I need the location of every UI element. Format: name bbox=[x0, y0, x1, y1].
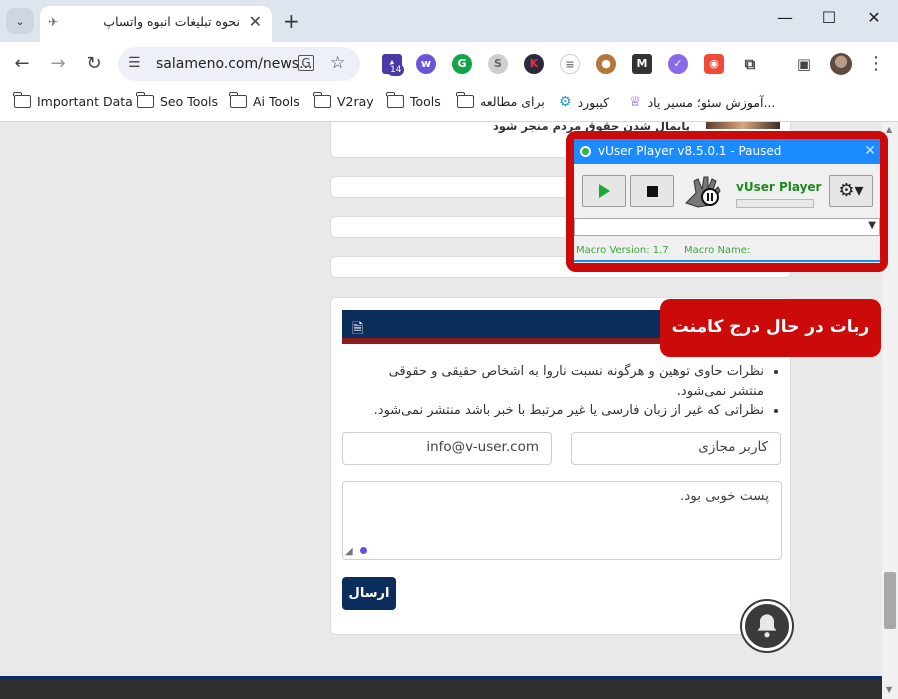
document-icon: 🗎 bbox=[352, 321, 364, 337]
email-field[interactable]: info@v-user.com bbox=[342, 432, 552, 465]
bookmark-seo-course[interactable]: ♕ آموزش سئو؛ مسیر یاد... bbox=[629, 94, 775, 110]
vuser-status-bar: Macro Version: 1.7 Macro Name: bbox=[574, 243, 880, 261]
translate-icon[interactable]: G bbox=[298, 55, 314, 71]
menu-dots-icon[interactable]: ⋮ bbox=[865, 53, 887, 74]
rule-item: نظراتی که غیر از زبان فارسی یا غیر مرتبط… bbox=[360, 401, 764, 421]
macro-version: Macro Version: 1.7 bbox=[576, 245, 669, 256]
back-arrow-icon[interactable]: ← bbox=[11, 53, 33, 74]
extensions-puzzle-icon[interactable]: ⧉ bbox=[740, 54, 760, 74]
tab-search-button[interactable]: ⌄ bbox=[6, 8, 34, 34]
play-button[interactable] bbox=[582, 175, 626, 207]
url-text[interactable]: salameno.com/news... bbox=[156, 56, 312, 72]
extension-m-icon[interactable]: M bbox=[632, 54, 652, 74]
extension-record-icon[interactable]: ◉ bbox=[704, 54, 724, 74]
comment-avatar bbox=[706, 122, 780, 129]
browser-toolbar: ← → ↻ ☰ salameno.com/news... G ☆ ▲ 14 w … bbox=[0, 42, 898, 86]
robot-hand-icon bbox=[685, 176, 721, 208]
comment-textarea[interactable]: پست خوبی بود. ◢ bbox=[342, 481, 782, 560]
extension-s-icon[interactable]: S bbox=[488, 54, 508, 74]
site-info-icon[interactable]: ☰ bbox=[128, 55, 141, 71]
resize-grip-icon[interactable]: ◢ bbox=[345, 546, 353, 557]
robot-status-callout: ربات در حال درج کامنت bbox=[660, 299, 881, 357]
name-field[interactable]: کاربر مجازی bbox=[571, 432, 781, 465]
macro-name: Macro Name: bbox=[684, 245, 751, 256]
bell-icon bbox=[757, 614, 777, 638]
vuser-logo-icon bbox=[580, 146, 591, 157]
bookmark-label: Ai Tools bbox=[253, 94, 300, 109]
extension-k-icon[interactable]: K bbox=[524, 54, 544, 74]
vuser-name: vUser Player bbox=[736, 180, 822, 194]
bookmark-important-data[interactable]: Important Data bbox=[13, 92, 133, 109]
folder-icon bbox=[13, 92, 31, 108]
bookmark-v2ray[interactable]: V2ray bbox=[313, 92, 374, 109]
grammarly-icon[interactable]: G bbox=[452, 54, 472, 74]
bookmark-label: برای مطالعه bbox=[480, 94, 545, 109]
bookmark-keyboard[interactable]: ⚙ کیبورد bbox=[559, 94, 609, 110]
folder-icon bbox=[456, 92, 474, 108]
scroll-up-icon[interactable]: ▲ bbox=[886, 125, 892, 134]
grammarly-dot-icon[interactable] bbox=[360, 547, 367, 554]
comment-rules: نظرات حاوی توهین و هرگونه نسبت ناروا به … bbox=[360, 362, 780, 421]
extension-sliders-icon[interactable]: ≡ bbox=[560, 54, 580, 74]
extension-badge: 14 bbox=[387, 64, 405, 76]
address-bar[interactable]: ☰ salameno.com/news... G ☆ bbox=[118, 47, 360, 81]
bookmarks-bar: Important Data Seo Tools Ai Tools V2ray … bbox=[0, 86, 898, 122]
bookmark-seo-tools[interactable]: Seo Tools bbox=[136, 92, 219, 109]
page-footer bbox=[0, 676, 882, 699]
bookmark-tools[interactable]: Tools bbox=[386, 92, 441, 109]
tab-title: نحوه تبلیغات انبوه واتساپ bbox=[103, 14, 240, 29]
reload-icon[interactable]: ↻ bbox=[83, 53, 105, 74]
folder-icon bbox=[386, 92, 404, 108]
tab-strip: ⌄ ✈ نحوه تبلیغات انبوه واتساپ ✕ + — ☐ ✕ bbox=[0, 0, 898, 42]
keyboard-icon: ⚙ bbox=[559, 94, 572, 110]
cookie-icon[interactable]: ● bbox=[596, 54, 616, 74]
scroll-down-icon[interactable]: ▼ bbox=[886, 685, 892, 694]
vuser-highlight-frame: vUser Player v8.5.0.1 - Paused ✕ vUser P… bbox=[566, 131, 888, 272]
folder-icon bbox=[229, 92, 247, 108]
notification-bell-button[interactable] bbox=[742, 601, 792, 651]
stop-icon bbox=[646, 185, 658, 197]
vuser-title: vUser Player v8.5.0.1 - Paused bbox=[598, 144, 782, 158]
ribbon-icon: ♕ bbox=[629, 94, 642, 110]
chevron-down-icon: ⌄ bbox=[15, 14, 25, 28]
bookmark-label: Seo Tools bbox=[160, 94, 219, 109]
stop-button[interactable] bbox=[630, 175, 674, 207]
rule-item: نظرات حاوی توهین و هرگونه نسبت ناروا به … bbox=[360, 362, 764, 401]
bookmark-label: آموزش سئو؛ مسیر یاد... bbox=[647, 94, 776, 110]
profile-avatar[interactable] bbox=[830, 53, 852, 75]
submit-button[interactable]: ارسال bbox=[342, 577, 396, 610]
minimize-icon[interactable]: — bbox=[770, 8, 800, 32]
new-tab-icon[interactable]: + bbox=[283, 9, 300, 33]
bookmark-label: Important Data bbox=[37, 94, 133, 109]
folder-icon bbox=[313, 92, 331, 108]
side-panel-icon[interactable]: ▣ bbox=[794, 54, 814, 74]
bookmark-label: کیبورد bbox=[577, 94, 610, 110]
extension-check-icon[interactable]: ✓ bbox=[668, 54, 688, 74]
status-divider bbox=[574, 260, 880, 262]
bookmark-star-icon[interactable]: ☆ bbox=[330, 53, 345, 73]
vuser-progress-bar bbox=[736, 199, 814, 208]
forward-arrow-icon[interactable]: → bbox=[47, 53, 69, 74]
close-window-icon[interactable]: ✕ bbox=[859, 8, 889, 32]
bookmark-ai-tools[interactable]: Ai Tools bbox=[229, 92, 300, 109]
close-icon[interactable]: ✕ bbox=[864, 139, 876, 164]
chevron-down-icon: ▼ bbox=[868, 220, 876, 231]
bookmark-label: V2ray bbox=[337, 94, 374, 109]
maximize-icon[interactable]: ☐ bbox=[814, 8, 844, 32]
tab-active[interactable]: ✈ نحوه تبلیغات انبوه واتساپ ✕ bbox=[40, 6, 272, 42]
scroll-thumb[interactable] bbox=[884, 572, 896, 629]
gear-icon: ⚙▾ bbox=[838, 180, 864, 201]
bookmark-reading[interactable]: برای مطالعه bbox=[456, 92, 545, 109]
site-favicon-icon: ✈ bbox=[48, 15, 59, 29]
vuser-titlebar[interactable]: vUser Player v8.5.0.1 - Paused ✕ bbox=[574, 139, 880, 164]
bookmark-label: Tools bbox=[410, 94, 441, 109]
macro-select[interactable]: ▼ bbox=[574, 218, 880, 236]
close-tab-icon[interactable]: ✕ bbox=[249, 12, 262, 31]
comment-textarea-value: پست خوبی بود. bbox=[679, 488, 769, 504]
play-icon bbox=[598, 184, 610, 198]
settings-button[interactable]: ⚙▾ bbox=[829, 175, 873, 207]
vuser-player-window: vUser Player v8.5.0.1 - Paused ✕ vUser P… bbox=[574, 139, 880, 263]
extension-w-icon[interactable]: w bbox=[416, 54, 436, 74]
folder-icon bbox=[136, 92, 154, 108]
